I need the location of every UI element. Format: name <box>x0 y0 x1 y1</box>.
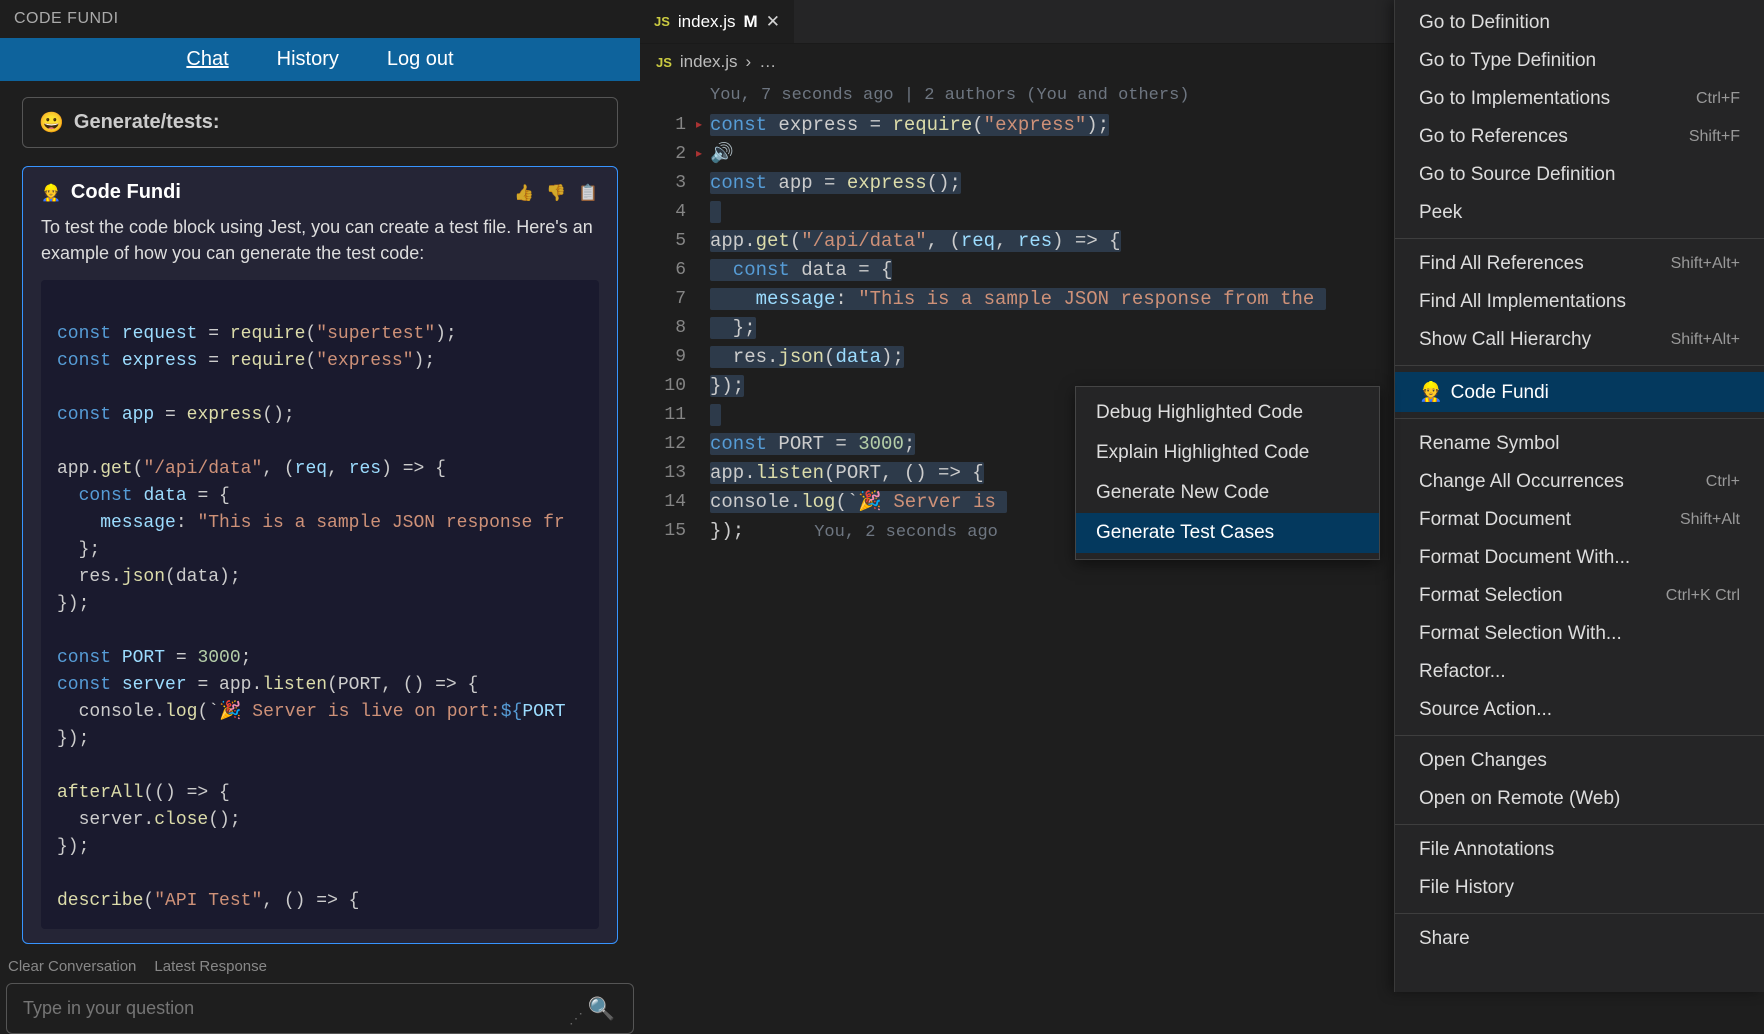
ctx-item[interactable]: Find All Implementations <box>1395 283 1764 321</box>
ctx-item[interactable]: Open Changes <box>1395 742 1764 780</box>
panel-tabs: Chat History Log out <box>0 38 640 81</box>
ctx-item[interactable]: Format DocumentShift+Alt <box>1395 501 1764 539</box>
assistant-avatar-icon: 👷 <box>41 183 61 203</box>
ctx-item[interactable]: File Annotations <box>1395 831 1764 869</box>
speaker-icon: 🔊 <box>710 143 734 165</box>
ctx-item[interactable]: Change All OccurrencesCtrl+ <box>1395 463 1764 501</box>
bottom-links: Clear Conversation Latest Response <box>0 944 640 983</box>
tab-history[interactable]: History <box>277 48 339 71</box>
ctx-item[interactable]: Share <box>1395 920 1764 958</box>
ctx-item[interactable]: Go to ImplementationsCtrl+F <box>1395 80 1764 118</box>
thumbs-up-icon[interactable]: 👍 <box>513 182 535 204</box>
line-gutter: 123456789101112131415 <box>640 111 700 546</box>
ctx-item[interactable]: Format SelectionCtrl+K Ctrl <box>1395 577 1764 615</box>
ctx-item[interactable]: Go to Source Definition <box>1395 156 1764 194</box>
submenu-generate[interactable]: Generate New Code <box>1076 473 1379 513</box>
ctx-item[interactable]: File History <box>1395 869 1764 907</box>
inline-blame: You, 2 seconds ago <box>814 523 998 542</box>
ctx-item[interactable]: Peek <box>1395 194 1764 232</box>
js-file-icon: JS <box>656 55 672 70</box>
prompt-emoji-icon: 😀 <box>39 110 64 135</box>
ctx-item[interactable]: Show Call HierarchyShift+Alt+ <box>1395 321 1764 359</box>
editor-tab-index-js[interactable]: JS index.js M ✕ <box>640 0 794 43</box>
copy-icon[interactable]: 📋 <box>577 182 599 204</box>
prompt-text: Generate/tests: <box>74 111 220 134</box>
ctx-item[interactable]: Refactor... <box>1395 653 1764 691</box>
submenu-debug[interactable]: Debug Highlighted Code <box>1076 393 1379 433</box>
chat-input-box[interactable]: 🔍 ⋰ <box>6 983 634 1034</box>
assistant-name: Code Fundi <box>71 181 181 204</box>
response-card: 👷 Code Fundi 👍 👎 📋 To test the code bloc… <box>22 166 618 944</box>
ctx-item[interactable]: Format Selection With... <box>1395 615 1764 653</box>
close-icon[interactable]: ✕ <box>766 12 780 32</box>
extension-panel: CODE FUNDI Chat History Log out 😀 Genera… <box>0 0 640 992</box>
ctx-item[interactable]: Source Action... <box>1395 691 1764 729</box>
code-fundi-submenu: Debug Highlighted Code Explain Highlight… <box>1075 386 1380 560</box>
response-code-block: const request = require("supertest"); co… <box>41 280 599 929</box>
latest-response-link[interactable]: Latest Response <box>154 958 267 975</box>
submenu-tests[interactable]: Generate Test Cases <box>1076 513 1379 553</box>
search-icon[interactable]: 🔍 <box>588 996 615 1022</box>
resize-handle-icon[interactable]: ⋰ <box>569 1010 583 1027</box>
ctx-item[interactable]: Open on Remote (Web) <box>1395 780 1764 818</box>
editor-context-menu: Go to DefinitionGo to Type DefinitionGo … <box>1394 0 1764 992</box>
tab-logout[interactable]: Log out <box>387 48 454 71</box>
thumbs-down-icon[interactable]: 👎 <box>545 182 567 204</box>
tab-chat[interactable]: Chat <box>186 48 228 71</box>
submenu-explain[interactable]: Explain Highlighted Code <box>1076 433 1379 473</box>
tab-filename: index.js <box>678 12 736 32</box>
ctx-item[interactable]: Go to ReferencesShift+F <box>1395 118 1764 156</box>
response-intro: To test the code block using Jest, you c… <box>41 214 599 266</box>
prompt-box: 😀 Generate/tests: <box>22 97 618 148</box>
ctx-item[interactable]: Go to Type Definition <box>1395 42 1764 80</box>
chat-input[interactable] <box>23 998 558 1019</box>
ctx-item[interactable]: Find All ReferencesShift+Alt+ <box>1395 245 1764 283</box>
clear-conversation-link[interactable]: Clear Conversation <box>8 958 136 975</box>
panel-title: CODE FUNDI <box>0 0 640 38</box>
ctx-item[interactable]: Rename Symbol <box>1395 425 1764 463</box>
ctx-item[interactable]: 👷Code Fundi <box>1395 372 1764 412</box>
tab-modified-marker: M <box>744 12 758 32</box>
ctx-item[interactable]: Format Document With... <box>1395 539 1764 577</box>
ctx-item[interactable]: Go to Definition <box>1395 4 1764 42</box>
js-file-icon: JS <box>654 14 670 29</box>
